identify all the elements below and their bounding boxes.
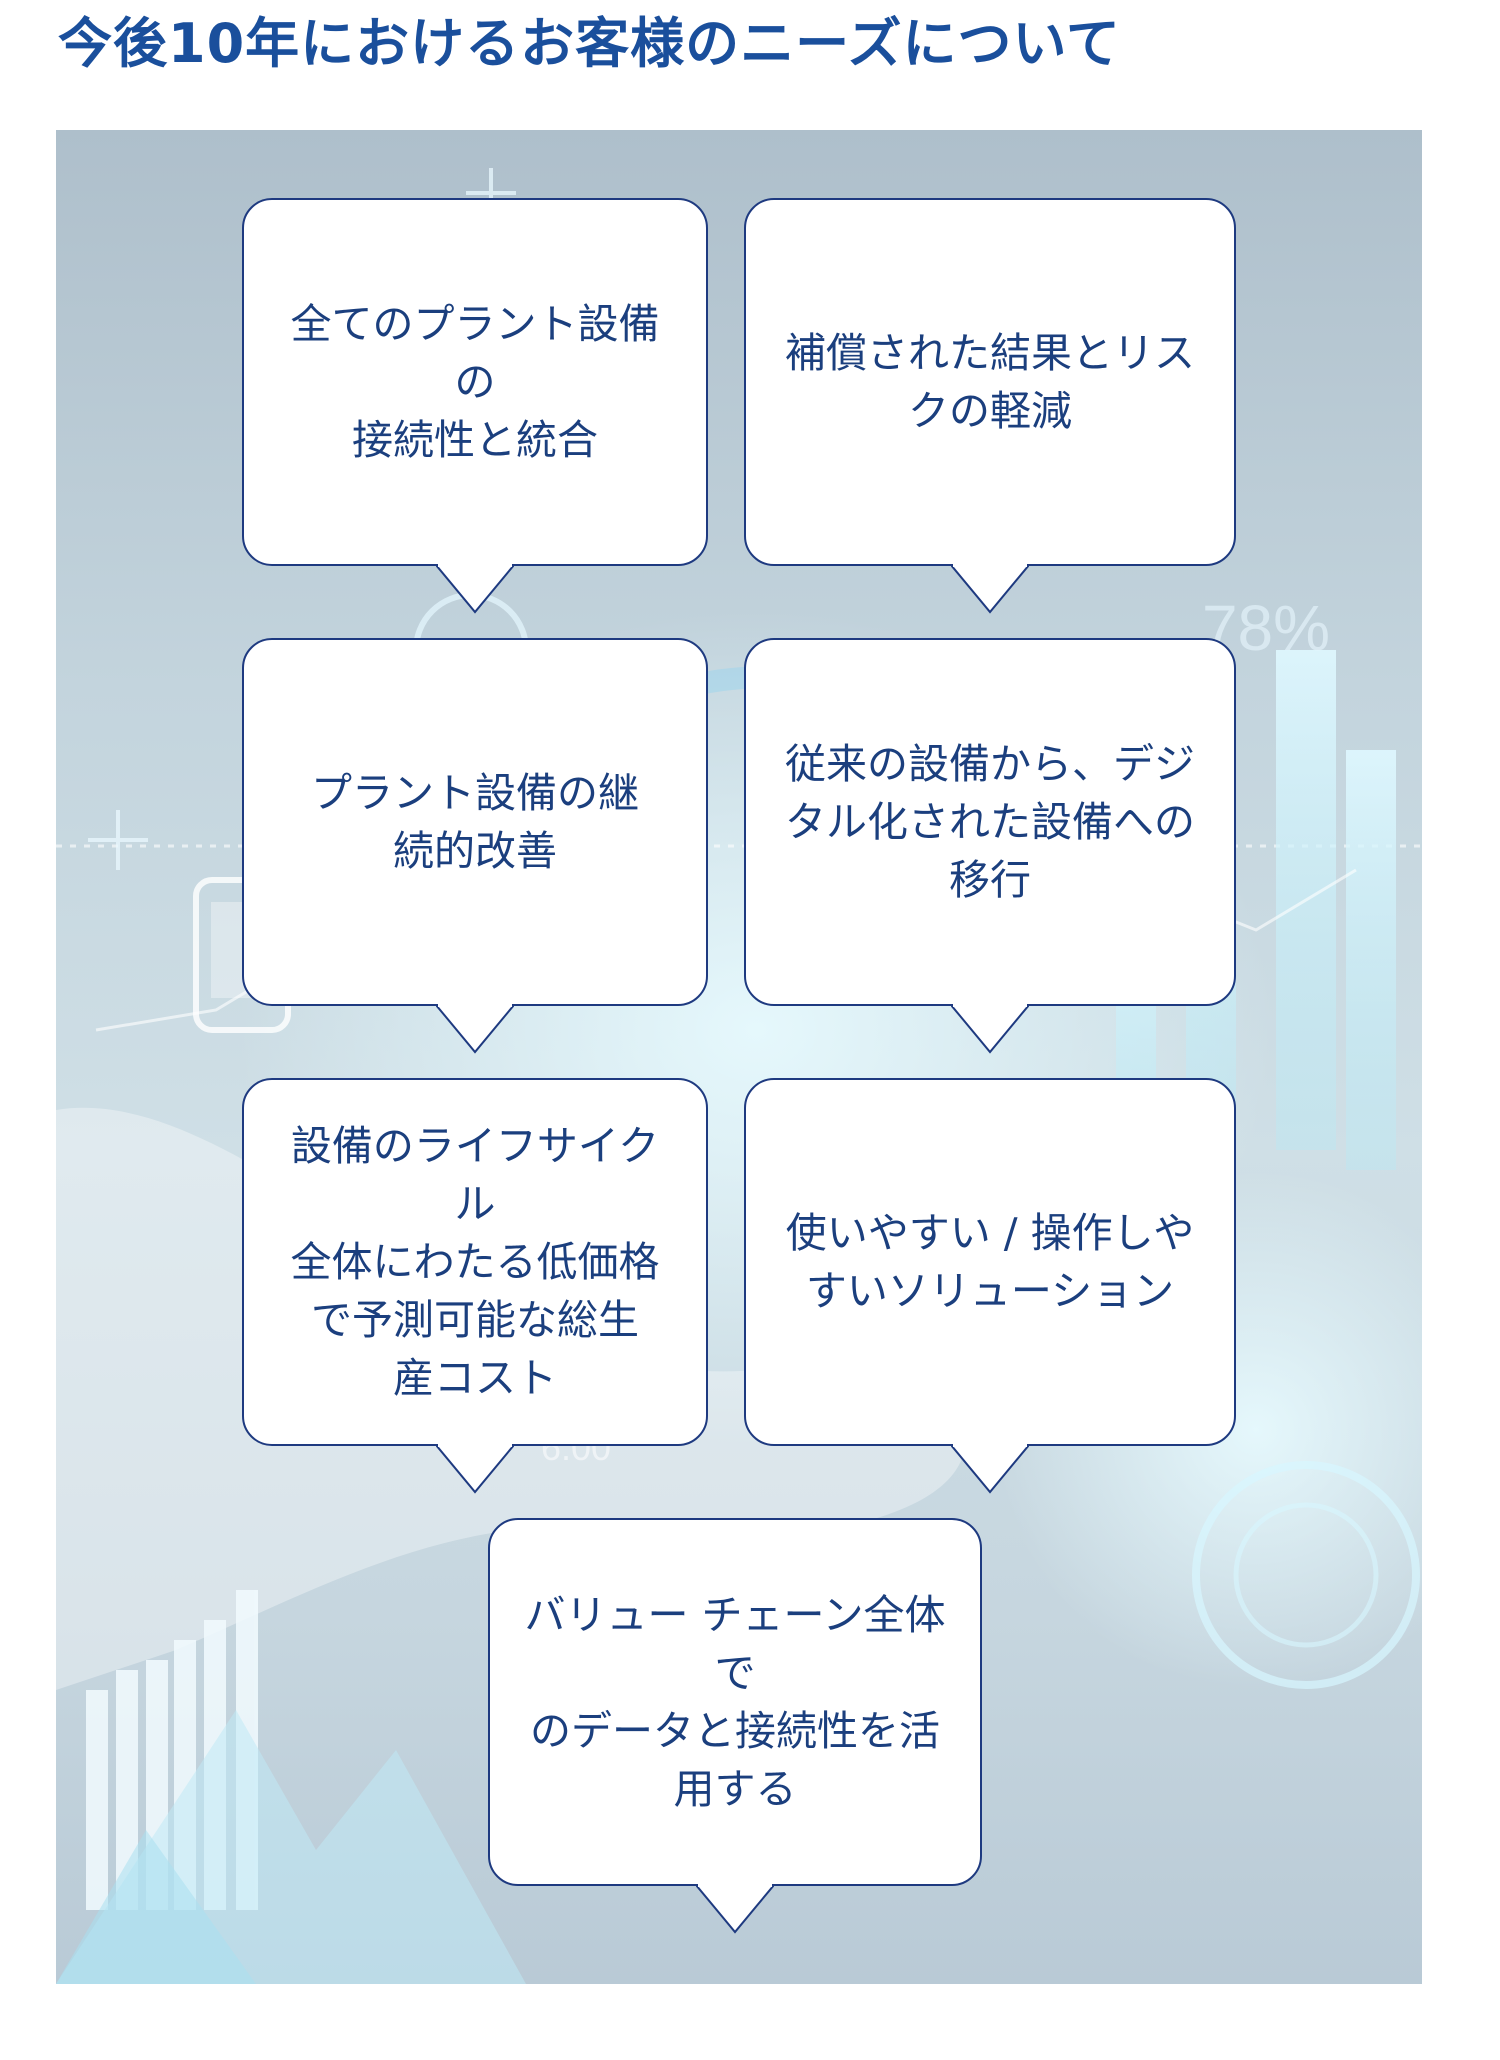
card-pointer bbox=[951, 1444, 1029, 1494]
card-pointer bbox=[951, 1004, 1029, 1054]
background-image-panel: 78% 6.00 全てのプラント設備の 接続性と統合 補償された結果とリス クの… bbox=[56, 130, 1422, 1984]
need-card-text: 設備のライフサイクル 全体にわたる低価格 で予測可能な総生 産コスト bbox=[290, 1122, 660, 1402]
card-pointer bbox=[436, 1004, 514, 1054]
need-card-2: 補償された結果とリス クの軽減 bbox=[744, 198, 1236, 566]
need-card-text: 使いやすい / 操作しや すいソリューション bbox=[785, 1209, 1195, 1315]
card-pointer bbox=[436, 564, 514, 614]
need-card-text: 補償された結果とリス クの軽減 bbox=[785, 329, 1195, 435]
card-pointer bbox=[436, 1444, 514, 1494]
need-card-4: 従来の設備から、デジ タル化された設備への 移行 bbox=[744, 638, 1236, 1006]
page-title: 今後10年におけるお客様のニーズについて bbox=[58, 12, 1121, 75]
need-card-6: 使いやすい / 操作しや すいソリューション bbox=[744, 1078, 1236, 1446]
card-pointer bbox=[696, 1884, 774, 1934]
need-card-text: 全てのプラント設備の 接続性と統合 bbox=[290, 300, 660, 464]
crosshair-icon bbox=[88, 810, 148, 870]
need-card-text: バリュー チェーン全体で のデータと接続性を活 用する bbox=[524, 1591, 946, 1813]
need-card-1: 全てのプラント設備の 接続性と統合 bbox=[242, 198, 708, 566]
need-card-3: プラント設備の継 続的改善 bbox=[242, 638, 708, 1006]
need-card-7: バリュー チェーン全体で のデータと接続性を活 用する bbox=[488, 1518, 982, 1886]
need-card-text: プラント設備の継 続的改善 bbox=[311, 769, 639, 875]
need-card-5: 設備のライフサイクル 全体にわたる低価格 で予測可能な総生 産コスト bbox=[242, 1078, 708, 1446]
card-pointer bbox=[951, 564, 1029, 614]
need-card-text: 従来の設備から、デジ タル化された設備への 移行 bbox=[785, 740, 1195, 904]
